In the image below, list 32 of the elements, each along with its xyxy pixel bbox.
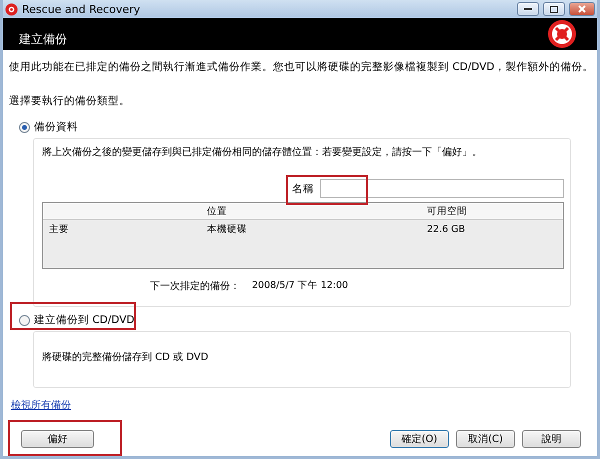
dialog-button[interactable]: 取消(C) <box>456 430 515 448</box>
dialog-button[interactable]: 確定(O) <box>390 430 449 448</box>
next-backup-label: 下一次排定的備份： <box>150 280 240 293</box>
preferences-button[interactable]: 偏好 <box>21 430 94 448</box>
field-label: 名稱 <box>292 182 314 196</box>
table-cell-text: 22.6 GB <box>427 224 466 234</box>
dialog-button[interactable]: 說明 <box>522 430 581 448</box>
lifebuoy-icon <box>5 2 18 16</box>
radio-label[interactable]: 備份資料 <box>34 120 78 134</box>
radio-button[interactable] <box>19 314 30 326</box>
radio-label[interactable]: 建立備份到 CD/DVD <box>34 313 134 327</box>
maximize-icon <box>550 6 558 12</box>
name-field[interactable] <box>320 179 564 198</box>
minimize-icon <box>524 8 532 10</box>
close-icon <box>578 5 586 13</box>
intro-text: 使用此功能在已排定的備份之間執行漸進式備份作業。您也可以將硬碟的完整影像檔複製到 CD/DVD，製作額外的備份。 <box>8 60 594 74</box>
minimize-button[interactable] <box>517 2 539 16</box>
option-description: 將上次備份之後的變更儲存到與已排定備份相同的儲存體位置：若要變更設定，請按一下「偏好」。 <box>42 146 483 159</box>
table-cell-text: 主要 <box>49 222 70 236</box>
table-cell-text: 本機硬碟 <box>207 222 248 236</box>
option-description: 將硬碟的完整備份儲存到 CD 或 DVD <box>42 350 210 364</box>
page-title: 建立備份 <box>19 31 67 48</box>
view-all-link[interactable]: 檢視所有備份 <box>11 398 71 412</box>
lifebuoy-icon <box>547 19 577 49</box>
close-button[interactable] <box>569 2 595 16</box>
maximize-button[interactable] <box>543 2 565 16</box>
next-backup-value: 2008/5/7 下午 12:00 <box>252 279 348 293</box>
column-header: 可用空間 <box>427 204 468 218</box>
prompt-text: 選擇要執行的備份類型。 <box>8 94 131 108</box>
column-header: 位置 <box>207 204 228 218</box>
radio-button[interactable] <box>19 122 30 132</box>
window-title: Rescue and Recovery <box>22 2 142 16</box>
